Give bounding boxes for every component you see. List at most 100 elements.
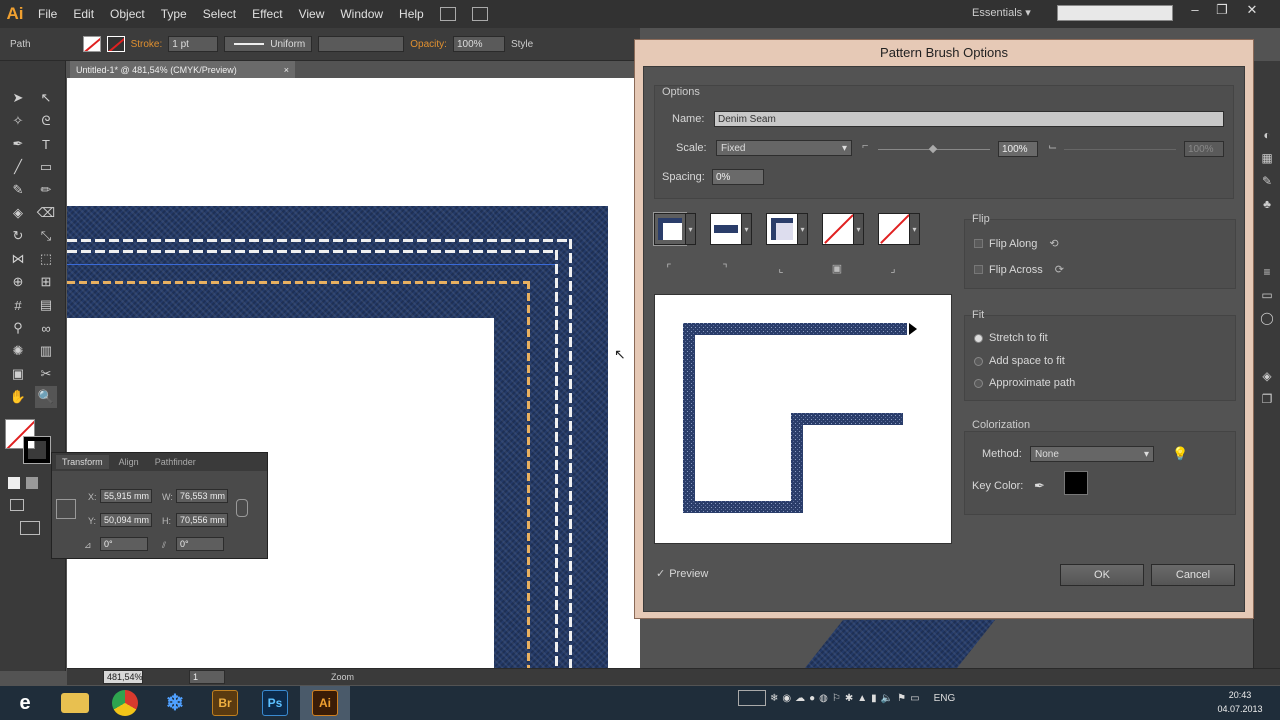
transparency-panel-icon[interactable]: ◯ (1258, 309, 1276, 327)
y-input[interactable]: 50,094 mm (100, 513, 152, 527)
start-tile[interactable]: ▾ (822, 213, 864, 245)
eyedropper-icon[interactable]: ✒ (1034, 478, 1045, 494)
menu-edit[interactable]: Edit (65, 7, 102, 21)
artboards-panel-icon[interactable]: ❐ (1258, 390, 1276, 408)
scale-tool-icon[interactable]: ⤡ (35, 225, 57, 247)
flip-across-checkbox[interactable]: Flip Across ⟳ (974, 263, 1064, 276)
tray-app-icon[interactable]: ☁ (795, 693, 805, 704)
slice-tool-icon[interactable]: ✂ (35, 363, 57, 385)
tray-app-icon[interactable]: ● (809, 693, 815, 704)
search-input[interactable] (1057, 5, 1173, 21)
selection-tool-icon[interactable]: ➤ (7, 87, 29, 109)
gradient-tool-icon[interactable]: ▤ (35, 294, 57, 316)
tips-lightbulb-icon[interactable]: 💡 (1172, 446, 1188, 462)
artboard-number-input[interactable]: 1 (189, 670, 225, 684)
brushes-panel-icon[interactable]: ✎ (1258, 172, 1276, 190)
selected-path-line[interactable] (67, 264, 555, 265)
volume-icon[interactable]: 🔈 (881, 693, 893, 704)
checkbox-box[interactable] (974, 239, 983, 248)
pen-tool-icon[interactable]: ✒ (7, 133, 29, 155)
chevron-down-icon[interactable]: ▾ (742, 213, 752, 245)
zoom-tool-icon[interactable]: 🔍 (35, 386, 57, 408)
eyedropper-tool-icon[interactable]: ⚲ (7, 317, 29, 339)
tab-transform[interactable]: Transform (56, 455, 109, 469)
reference-point-icon[interactable] (56, 499, 76, 519)
color-mode-icon[interactable] (8, 477, 20, 489)
mesh-tool-icon[interactable]: # (7, 294, 29, 316)
rotate-tool-icon[interactable]: ↻ (7, 225, 29, 247)
tray-app-icon[interactable]: ◍ (819, 693, 828, 704)
key-color-swatch[interactable] (1064, 471, 1088, 495)
document-tab[interactable]: Untitled-1* @ 481,54% (CMYK/Preview) × (70, 61, 295, 78)
start-tile-button[interactable] (822, 213, 854, 245)
height-input[interactable]: 70,556 mm (176, 513, 228, 527)
side-tile-button[interactable] (653, 212, 687, 246)
stroke-label[interactable]: Stroke: (131, 39, 163, 50)
outer-corner-tile[interactable]: ▾ (710, 213, 752, 245)
scale-mode-select[interactable]: Fixed ▾ (716, 140, 852, 156)
preview-checkbox[interactable]: ✓ Preview (656, 567, 708, 581)
hand-tool-icon[interactable]: ✋ (7, 386, 29, 408)
menu-window[interactable]: Window (332, 7, 391, 21)
tray-app-icon[interactable]: ▲ (857, 693, 867, 704)
menu-view[interactable]: View (291, 7, 333, 21)
artboard-canvas[interactable]: ↖ (67, 78, 640, 668)
gradient-mode-icon[interactable] (26, 477, 38, 489)
type-tool-icon[interactable]: T (35, 133, 57, 155)
restore-button[interactable]: ❐ (1210, 2, 1234, 22)
gradient-panel-icon[interactable]: ▭ (1258, 286, 1276, 304)
tray-app-icon[interactable]: ❄ (770, 693, 778, 704)
end-tile[interactable]: ▾ (878, 213, 920, 245)
inner-corner-tile[interactable]: ▾ (766, 213, 808, 245)
workspace-switcher[interactable]: Essentials ▾ (972, 6, 1031, 19)
chevron-down-icon[interactable]: ▾ (798, 213, 808, 245)
menu-file[interactable]: File (30, 7, 65, 21)
symbols-panel-icon[interactable]: ♣ (1258, 195, 1276, 213)
rectangle-tool-icon[interactable]: ▭ (35, 156, 57, 178)
end-tile-button[interactable] (878, 213, 910, 245)
colorization-method-select[interactable]: None ▾ (1030, 446, 1154, 462)
fit-option-stretch[interactable]: Stretch to fit (974, 332, 1048, 344)
keyboard-icon[interactable] (738, 690, 766, 706)
magic-wand-tool-icon[interactable]: ✧ (7, 110, 29, 132)
perspective-grid-tool-icon[interactable]: ⊞ (35, 271, 57, 293)
taskbar-ie[interactable]: e (0, 686, 50, 720)
line-tool-icon[interactable]: ╱ (7, 156, 29, 178)
inner-corner-tile-button[interactable] (766, 213, 798, 245)
radio-button[interactable] (974, 378, 983, 388)
chevron-down-icon[interactable]: ▾ (910, 213, 920, 245)
tab-align[interactable]: Align (113, 455, 145, 469)
symbol-sprayer-tool-icon[interactable]: ✺ (7, 340, 29, 362)
language-indicator[interactable]: ENG (934, 693, 956, 704)
taskbar-snowflake[interactable]: ❄ (150, 686, 200, 720)
radio-button[interactable] (974, 333, 983, 343)
lasso-tool-icon[interactable]: ᘓ (35, 110, 57, 132)
opacity-input[interactable]: 100% (452, 36, 505, 52)
eraser-tool-icon[interactable]: ⌫ (35, 202, 57, 224)
fit-option-approximate[interactable]: Approximate path (974, 377, 1075, 389)
scale-value-input[interactable]: 100% (998, 141, 1038, 157)
ok-button[interactable]: OK (1060, 564, 1144, 586)
minimize-button[interactable]: – (1183, 2, 1207, 22)
checkmark-icon[interactable]: ✓ (656, 567, 665, 580)
tray-app-icon[interactable]: ⚐ (832, 693, 841, 704)
stroke-swatch[interactable] (106, 36, 125, 52)
blob-brush-tool-icon[interactable]: ◈ (7, 202, 29, 224)
side-tile[interactable]: ▾ (653, 212, 696, 246)
menu-select[interactable]: Select (195, 7, 244, 21)
fill-swatch[interactable] (82, 36, 101, 52)
menu-object[interactable]: Object (102, 7, 153, 21)
layers-panel-icon[interactable]: ◈ (1258, 367, 1276, 385)
shear-angle-input[interactable]: 0° (176, 537, 224, 551)
constrain-proportions-icon[interactable] (236, 499, 248, 517)
network-icon[interactable]: ▮ (871, 693, 877, 704)
outer-corner-tile-button[interactable] (710, 213, 742, 245)
menu-help[interactable]: Help (391, 7, 432, 21)
pencil-tool-icon[interactable]: ✏ (35, 179, 57, 201)
free-transform-tool-icon[interactable]: ⬚ (35, 248, 57, 270)
width-input[interactable]: 76,553 mm (176, 489, 228, 503)
menu-type[interactable]: Type (153, 7, 195, 21)
stroke-color-box[interactable] (23, 436, 51, 464)
radio-button[interactable] (974, 356, 983, 366)
taskbar-bridge[interactable]: Br (200, 686, 250, 720)
